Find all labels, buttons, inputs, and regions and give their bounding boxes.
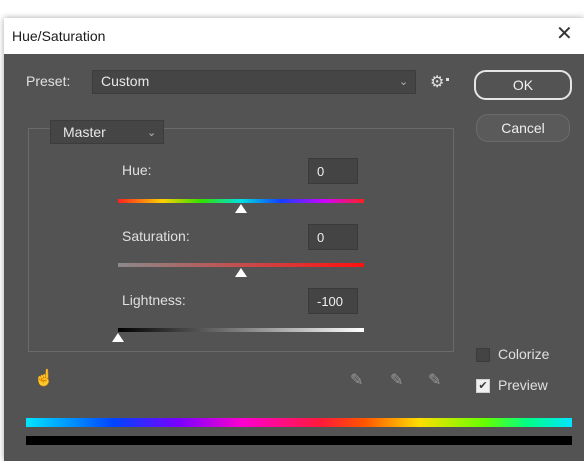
hue-label: Hue: — [122, 162, 152, 178]
preset-value: Custom — [101, 73, 150, 89]
colorize-label: Colorize — [498, 346, 550, 362]
chevron-down-icon: ⌄ — [147, 127, 157, 139]
output-spectrum-bar — [26, 436, 572, 445]
lightness-slider-thumb[interactable] — [112, 333, 124, 342]
input-spectrum-bar — [26, 418, 572, 427]
saturation-label: Saturation: — [122, 228, 190, 244]
lightness-slider-track[interactable] — [118, 328, 364, 332]
saturation-slider-thumb[interactable] — [235, 268, 247, 277]
hue-value: 0 — [317, 164, 325, 179]
saturation-value: 0 — [317, 230, 325, 245]
eyedropper-plus-icon[interactable]: ✎ — [390, 370, 403, 390]
hue-saturation-dialog: Hue/Saturation ✕ Preset: Custom ⌄ ⚙ OK C… — [4, 18, 584, 461]
lightness-input[interactable]: -100 — [308, 288, 358, 314]
preset-select[interactable]: Custom ⌄ — [92, 70, 416, 94]
preview-label: Preview — [498, 377, 548, 393]
eyedropper-icon[interactable]: ✎ — [350, 370, 363, 390]
preview-checkbox[interactable]: ✔ — [476, 379, 490, 393]
title-bar[interactable]: Hue/Saturation ✕ — [4, 18, 584, 54]
channel-select[interactable]: Master ⌄ — [50, 120, 164, 144]
eyedropper-minus-icon[interactable]: ✎ — [428, 370, 441, 390]
gear-icon[interactable]: ⚙ — [430, 72, 444, 92]
colorize-checkbox[interactable] — [476, 348, 490, 362]
cancel-button[interactable]: Cancel — [476, 114, 570, 142]
dialog-title: Hue/Saturation — [12, 28, 106, 44]
hand-icon[interactable]: ☝ — [34, 368, 54, 388]
preset-label: Preset: — [26, 73, 71, 89]
adjustment-group — [28, 128, 454, 352]
channel-value: Master — [63, 124, 106, 140]
hue-slider-track[interactable] — [118, 199, 364, 203]
lightness-label: Lightness: — [122, 292, 186, 308]
lightness-value: -100 — [317, 294, 344, 309]
close-icon[interactable]: ✕ — [556, 24, 573, 44]
ok-button[interactable]: OK — [474, 70, 572, 100]
saturation-input[interactable]: 0 — [308, 224, 358, 250]
hue-input[interactable]: 0 — [308, 158, 358, 184]
chevron-down-icon: ⌄ — [399, 76, 409, 88]
saturation-slider-track[interactable] — [118, 263, 364, 267]
hue-slider-thumb[interactable] — [235, 204, 247, 213]
gear-menu-dot — [446, 78, 449, 81]
